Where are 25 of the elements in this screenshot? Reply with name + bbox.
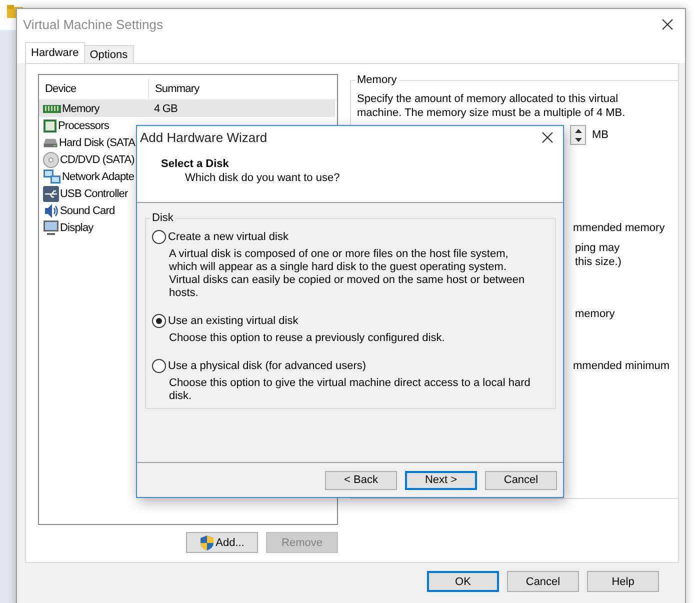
device-name: Display xyxy=(60,222,94,234)
unit-label: MB xyxy=(592,129,608,141)
memory-text: mmended memory xyxy=(573,221,666,235)
device-name: Hard Disk (SATA xyxy=(59,136,136,148)
memory-text: ping may xyxy=(575,241,621,255)
group-title: Memory xyxy=(356,74,398,86)
device-name: Network Adapte xyxy=(62,170,134,182)
device-name: USB Controller xyxy=(60,188,128,200)
device-summary: 4 GB xyxy=(153,102,178,114)
group-title: Disk xyxy=(151,212,174,224)
device-name: Sound Card xyxy=(60,204,115,216)
device-name: CD/DVD (SATA) xyxy=(60,154,134,166)
window-title: Virtual Machine Settings xyxy=(23,16,163,32)
device-name: Processors xyxy=(58,120,110,132)
memory-description: Specify the amount of memory allocated to this virtual machine. The memory size must be a multiple of 4 MB. xyxy=(357,92,626,120)
wizard-subheading: Which disk do you want to use? xyxy=(185,172,341,184)
wizard-heading: Select a Disk xyxy=(161,158,230,170)
option-description: Choose this option to give the virtual machine direct access to a local hard disk. xyxy=(169,377,532,403)
device-name: Memory xyxy=(62,102,100,114)
option-description: Choose this option to reuse a previously configured disk. xyxy=(169,332,446,345)
memory-text: memory xyxy=(575,307,616,321)
memory-text: mmended minimum xyxy=(573,359,670,373)
option-description: A virtual disk is composed of one or more files on the host file system, which will appear as a single hard disk to the guest operating system. Virtual disks can easily be copied or moved on the same host or between hosts. xyxy=(169,248,526,300)
dialog-title: Add Hardware Wizard xyxy=(140,130,268,144)
memory-text: this size.) xyxy=(575,255,622,269)
